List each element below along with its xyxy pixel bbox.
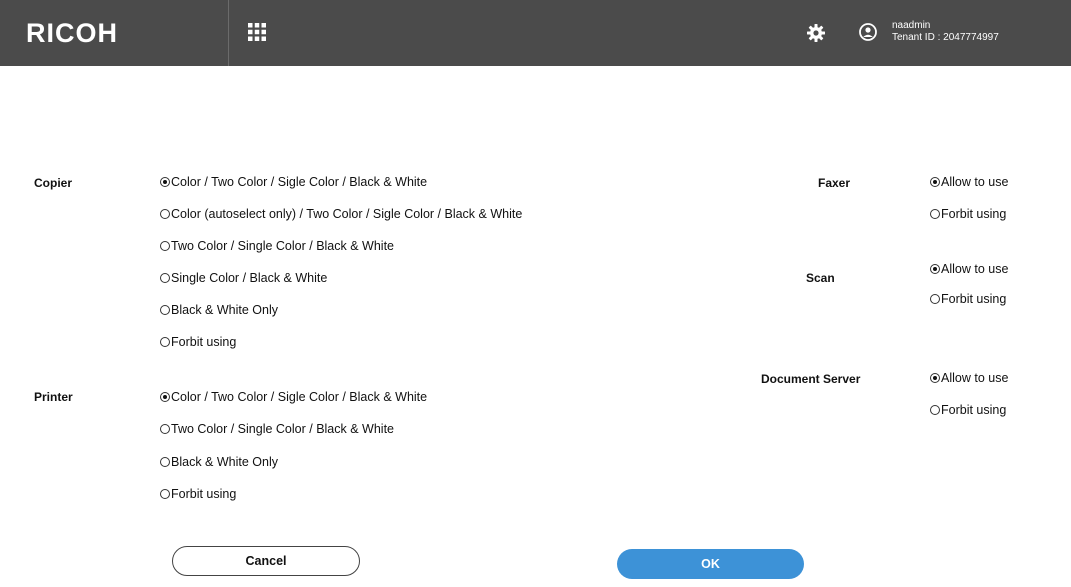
option-label: Two Color / Single Color / Black & White (171, 239, 394, 253)
tenant-id: Tenant ID : 2047774997 (892, 32, 999, 43)
scan-option-allow[interactable]: Allow to use (930, 262, 1008, 276)
radio-selected-icon (160, 392, 170, 402)
option-label: Forbit using (171, 487, 237, 501)
radio-icon (160, 209, 170, 219)
copier-option-bw-only[interactable]: Black & White Only (160, 303, 278, 317)
radio-icon (160, 457, 170, 467)
document-server-option-forbid[interactable]: Forbit using (930, 403, 1006, 417)
ok-button[interactable]: OK (617, 549, 804, 579)
scan-option-forbid[interactable]: Forbit using (930, 292, 1006, 306)
radio-icon (160, 424, 170, 434)
option-label: Allow to use (941, 175, 1009, 189)
copier-option-two-color[interactable]: Two Color / Single Color / Black & White (160, 239, 394, 253)
scan-label: Scan (806, 271, 835, 285)
user-icon[interactable] (859, 23, 877, 41)
copier-option-full-color[interactable]: Color / Two Color / Sigle Color / Black … (160, 175, 427, 189)
printer-option-forbid[interactable]: Forbit using (160, 487, 236, 501)
document-server-option-allow[interactable]: Allow to use (930, 371, 1008, 385)
faxer-label: Faxer (818, 176, 851, 190)
radio-selected-icon (160, 177, 170, 187)
header-divider (228, 0, 229, 66)
printer-option-full-color[interactable]: Color / Two Color / Sigle Color / Black … (160, 390, 427, 404)
cancel-button[interactable]: Cancel (172, 546, 360, 576)
option-label: Forbit using (171, 335, 237, 349)
option-label: Forbit using (941, 403, 1007, 417)
gear-icon[interactable] (806, 23, 826, 43)
radio-icon (930, 294, 940, 304)
copier-label: Copier (34, 176, 73, 190)
copier-option-single-color[interactable]: Single Color / Black & White (160, 271, 327, 285)
radio-icon (930, 405, 940, 415)
option-label: Black & White Only (171, 455, 278, 469)
radio-selected-icon (930, 373, 940, 383)
document-server-label: Document Server (761, 372, 861, 386)
user-name: naadmin (892, 20, 931, 31)
radio-icon (160, 305, 170, 315)
option-label: Color / Two Color / Sigle Color / Black … (171, 390, 428, 404)
radio-icon (160, 241, 170, 251)
option-label: Color (autoselect only) / Two Color / Si… (171, 207, 523, 221)
copier-option-forbid[interactable]: Forbit using (160, 335, 236, 349)
radio-icon (930, 209, 940, 219)
top-bar: RICOH naadmin Tenant ID: 2047774997 (0, 0, 1071, 66)
radio-selected-icon (930, 177, 940, 187)
apps-grid-icon[interactable] (248, 23, 266, 41)
radio-selected-icon (930, 264, 940, 274)
printer-option-two-color[interactable]: Two Color / Single Color / Black & White (160, 422, 394, 436)
option-label: Forbit using (941, 292, 1007, 306)
option-label: Two Color / Single Color / Black & White (171, 422, 394, 436)
option-label: Allow to use (941, 262, 1009, 276)
page: RICOH naadmin Tenant ID: 2047774997 Cop… (0, 0, 1071, 587)
radio-icon (160, 337, 170, 347)
option-label: Color / Two Color / Sigle Color / Black … (171, 175, 428, 189)
user-info: naadmin Tenant ID : 2047774997 (892, 20, 999, 44)
radio-icon (160, 273, 170, 283)
option-label: Black & White Only (171, 303, 278, 317)
option-label: Single Color / Black & White (171, 271, 328, 285)
printer-label: Printer (34, 390, 73, 404)
ricoh-logo: RICOH (26, 18, 118, 48)
faxer-option-allow[interactable]: Allow to use (930, 175, 1008, 189)
faxer-option-forbid[interactable]: Forbit using (930, 207, 1006, 221)
option-label: Allow to use (941, 371, 1009, 385)
copier-option-autoselect[interactable]: Color (autoselect only) / Two Color / Si… (160, 207, 522, 221)
radio-icon (160, 489, 170, 499)
option-label: Forbit using (941, 207, 1007, 221)
printer-option-bw-only[interactable]: Black & White Only (160, 455, 278, 469)
